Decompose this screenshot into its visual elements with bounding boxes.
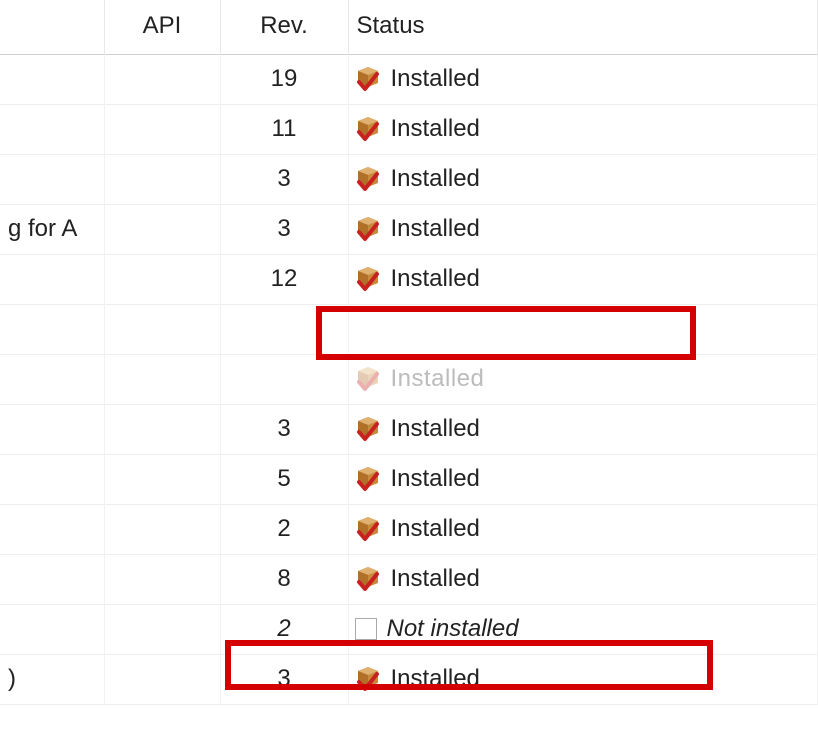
cell-status: Installed — [348, 404, 818, 454]
table-row[interactable]: g for A 3 Installed — [0, 204, 818, 254]
column-header-status[interactable]: Status — [348, 0, 818, 54]
cell-name — [0, 604, 104, 654]
status-text: Installed — [391, 115, 480, 143]
cell-status: Installed — [348, 654, 818, 704]
table-row[interactable]: 8 Installed — [0, 554, 818, 604]
table-row[interactable]: 2 Installed — [0, 504, 818, 554]
table-row[interactable]: 5 Installed — [0, 454, 818, 504]
cell-name: g for A — [0, 204, 104, 254]
cell-rev: 12 — [220, 254, 348, 304]
not-installed-icon — [355, 618, 377, 640]
table-row[interactable]: 3 Installed — [0, 404, 818, 454]
installed-icon — [355, 167, 381, 191]
cell-api — [104, 354, 220, 404]
cell-api — [104, 654, 220, 704]
table-row[interactable]: ) 3 Installed — [0, 654, 818, 704]
status-text: Installed — [391, 365, 485, 393]
table-row[interactable]: Installed — [0, 354, 818, 404]
status-text: Installed — [391, 165, 480, 193]
cell-api — [104, 104, 220, 154]
cell-rev — [220, 354, 348, 404]
cell-rev: 2 — [220, 604, 348, 654]
cell-rev: 3 — [220, 204, 348, 254]
installed-icon — [355, 567, 381, 591]
cell-rev: 2 — [220, 504, 348, 554]
cell-name — [0, 404, 104, 454]
status-text: Installed — [391, 65, 480, 93]
cell-rev — [220, 304, 348, 354]
cell-rev: 19 — [220, 54, 348, 104]
table-row[interactable] — [0, 304, 818, 354]
status-text: Installed — [391, 565, 480, 593]
cell-api — [104, 604, 220, 654]
installed-icon — [355, 217, 381, 241]
cell-name — [0, 504, 104, 554]
installed-icon — [355, 667, 381, 691]
cell-name — [0, 104, 104, 154]
cell-name — [0, 354, 104, 404]
column-header-rev[interactable]: Rev. — [220, 0, 348, 54]
cell-api — [104, 304, 220, 354]
cell-rev: 3 — [220, 404, 348, 454]
column-header-api[interactable]: API — [104, 0, 220, 54]
table-header-row: API Rev. Status — [0, 0, 818, 54]
installed-icon — [355, 117, 381, 141]
cell-rev: 5 — [220, 454, 348, 504]
cell-name — [0, 254, 104, 304]
cell-status: Installed — [348, 554, 818, 604]
cell-name — [0, 304, 104, 354]
cell-status — [348, 304, 818, 354]
table-row[interactable]: 12 Installed — [0, 254, 818, 304]
status-text: Installed — [391, 265, 480, 293]
cell-api — [104, 254, 220, 304]
cell-status: Installed — [348, 104, 818, 154]
cell-status: Installed — [348, 54, 818, 104]
cell-name — [0, 154, 104, 204]
cell-status: Installed — [348, 254, 818, 304]
table-row[interactable]: 19 Installed — [0, 54, 818, 104]
status-text: Installed — [391, 665, 480, 693]
status-text: Not installed — [387, 615, 519, 643]
cell-api — [104, 404, 220, 454]
status-text: Installed — [391, 415, 480, 443]
cell-status: Installed — [348, 454, 818, 504]
cell-name — [0, 454, 104, 504]
column-header-name[interactable] — [0, 0, 104, 54]
installed-icon — [355, 517, 381, 541]
cell-name — [0, 554, 104, 604]
table-row[interactable]: 3 Installed — [0, 154, 818, 204]
cell-status: Installed — [348, 154, 818, 204]
cell-name: ) — [0, 654, 104, 704]
installed-icon — [355, 67, 381, 91]
status-text: Installed — [391, 215, 480, 243]
cell-api — [104, 204, 220, 254]
cell-rev: 3 — [220, 154, 348, 204]
cell-api — [104, 454, 220, 504]
cell-api — [104, 54, 220, 104]
installed-icon — [355, 417, 381, 441]
cell-api — [104, 504, 220, 554]
package-table[interactable]: API Rev. Status 19 Installed11 Installed… — [0, 0, 818, 705]
cell-status: Installed — [348, 504, 818, 554]
table-row[interactable]: 11 Installed — [0, 104, 818, 154]
cell-status: Installed — [348, 354, 818, 404]
cell-rev: 3 — [220, 654, 348, 704]
cell-api — [104, 554, 220, 604]
table-row[interactable]: 2 Not installed — [0, 604, 818, 654]
cell-api — [104, 154, 220, 204]
installed-icon — [355, 267, 381, 291]
cell-rev: 8 — [220, 554, 348, 604]
status-text: Installed — [391, 515, 480, 543]
cell-status: Installed — [348, 204, 818, 254]
cell-rev: 11 — [220, 104, 348, 154]
cell-status: Not installed — [348, 604, 818, 654]
status-text: Installed — [391, 465, 480, 493]
cell-name — [0, 54, 104, 104]
installed-icon — [355, 467, 381, 491]
installed-icon — [355, 367, 381, 391]
